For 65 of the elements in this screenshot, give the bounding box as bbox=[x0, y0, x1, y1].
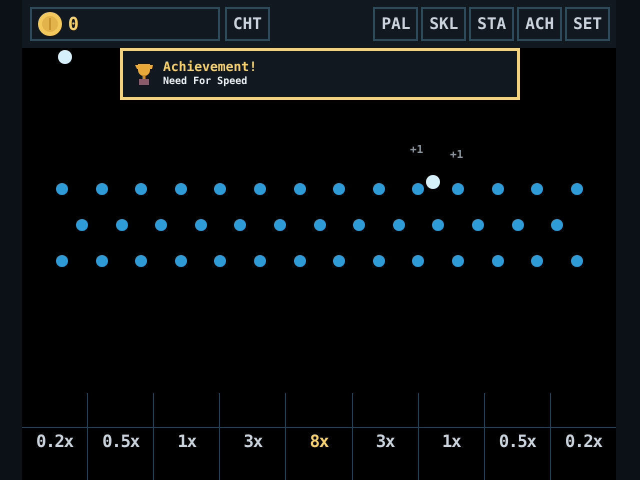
peg bbox=[492, 183, 504, 195]
peg bbox=[512, 219, 524, 231]
menu-button[interactable]: SKL bbox=[421, 7, 466, 41]
peg bbox=[135, 183, 148, 195]
multiplier-label: 0.2x bbox=[564, 431, 604, 454]
peg bbox=[274, 219, 286, 231]
peg bbox=[412, 255, 424, 267]
peg bbox=[551, 219, 564, 231]
ball bbox=[426, 175, 440, 189]
peg bbox=[194, 219, 207, 231]
score-popup: +1 bbox=[410, 142, 424, 158]
peg bbox=[432, 219, 444, 231]
peg bbox=[314, 219, 326, 231]
multiplier-label: 3x bbox=[374, 431, 396, 454]
peg bbox=[234, 219, 246, 231]
menu-button[interactable]: PAL bbox=[373, 7, 418, 41]
peg bbox=[56, 183, 68, 195]
coin-count: 0 bbox=[68, 12, 79, 36]
peg bbox=[452, 255, 464, 267]
peg bbox=[372, 255, 385, 267]
peg bbox=[452, 183, 464, 195]
peg bbox=[214, 255, 226, 267]
ball bbox=[58, 50, 72, 64]
peg bbox=[56, 255, 68, 267]
toast-message: Need For Speed bbox=[163, 75, 248, 88]
multiplier-label: 0.5x bbox=[101, 431, 140, 454]
peg bbox=[392, 219, 405, 231]
peg bbox=[570, 255, 583, 267]
peg bbox=[570, 183, 583, 195]
peg bbox=[531, 255, 544, 267]
peg bbox=[174, 183, 187, 195]
peg bbox=[412, 183, 424, 195]
peg bbox=[333, 183, 346, 195]
peg bbox=[214, 183, 226, 195]
score-popup: +1 bbox=[450, 147, 464, 163]
peg bbox=[372, 183, 385, 195]
peg bbox=[353, 219, 366, 231]
multiplier-label: 1x bbox=[440, 431, 462, 454]
menu-button[interactable]: CHT bbox=[225, 7, 270, 41]
peg bbox=[531, 183, 544, 195]
peg bbox=[254, 255, 266, 267]
peg bbox=[155, 219, 168, 231]
coin-icon bbox=[38, 12, 62, 36]
peg bbox=[174, 255, 187, 267]
toast-title: Achievement! bbox=[163, 60, 257, 76]
peg bbox=[254, 183, 266, 195]
menu-button[interactable]: STA bbox=[469, 7, 514, 41]
menu-button[interactable]: SET bbox=[565, 7, 610, 41]
peg bbox=[294, 183, 306, 195]
peg bbox=[116, 219, 128, 231]
peg bbox=[294, 255, 306, 267]
trophy-icon bbox=[135, 63, 153, 85]
peg bbox=[96, 255, 108, 267]
peg bbox=[472, 219, 484, 231]
multiplier-label: 0.2x bbox=[35, 431, 74, 454]
multiplier-label: 8x bbox=[308, 431, 330, 454]
peg bbox=[96, 183, 108, 195]
menu-button[interactable]: ACH bbox=[517, 7, 562, 41]
multiplier-label: 3x bbox=[242, 431, 264, 454]
peg bbox=[492, 255, 504, 267]
peg bbox=[333, 255, 346, 267]
multiplier-label: 1x bbox=[176, 431, 198, 454]
multiplier-label: 0.5x bbox=[498, 431, 538, 454]
peg bbox=[76, 219, 88, 231]
peg bbox=[135, 255, 148, 267]
